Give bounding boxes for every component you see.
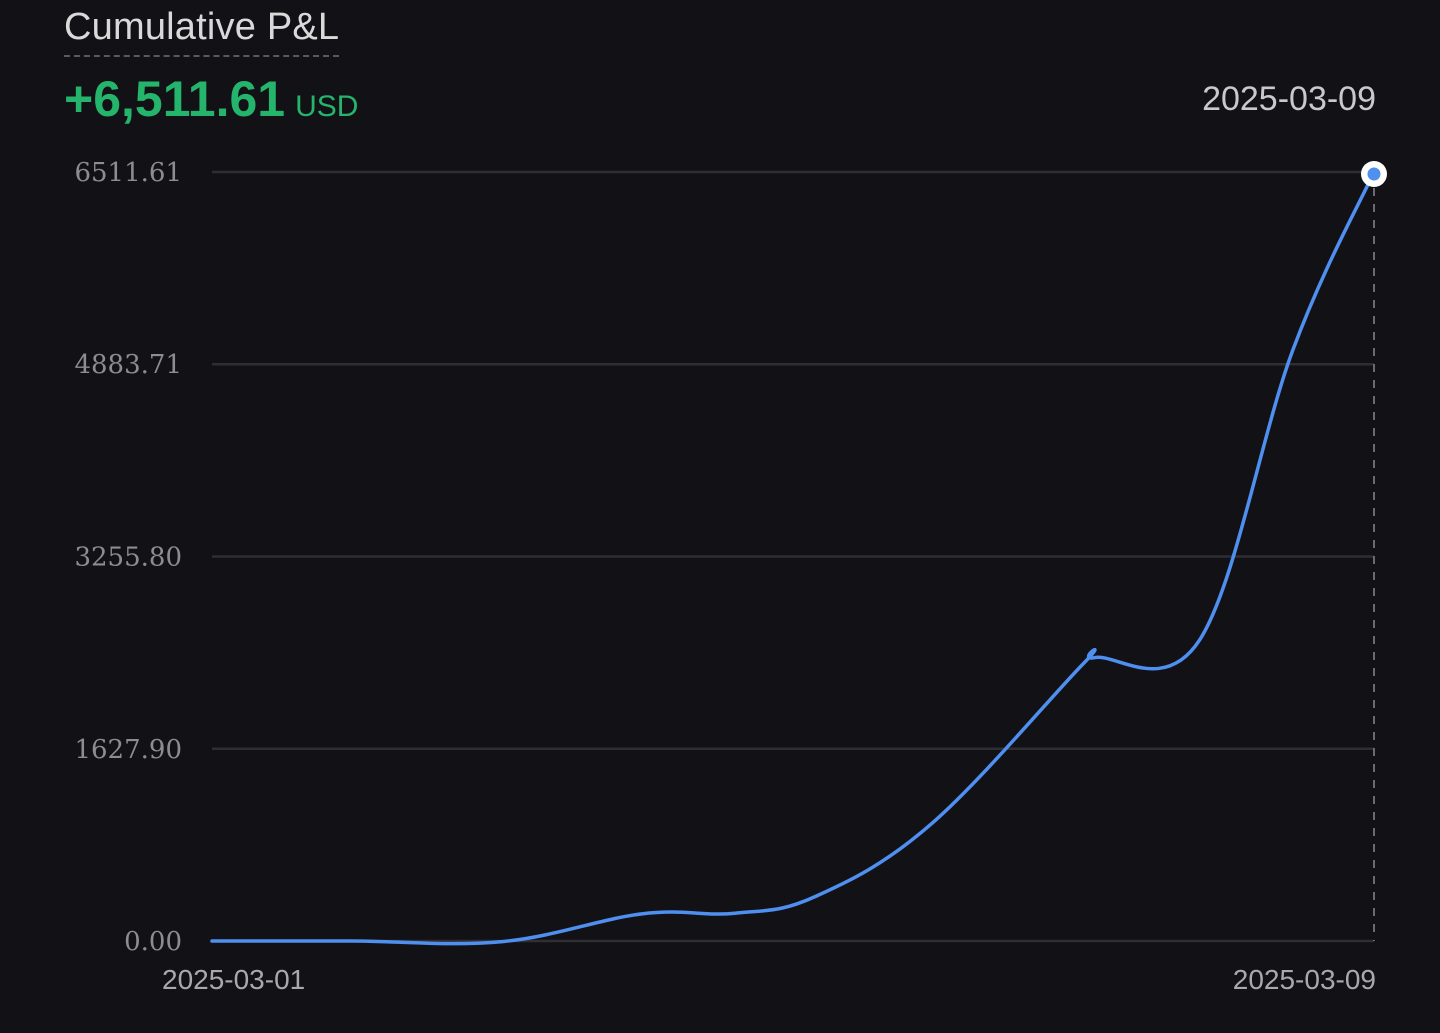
x-tick-label-start: 2025-03-01 [162, 964, 305, 995]
y-axis-ticks: 0.00 1627.90 3255.80 4883.71 6511.61 [74, 158, 182, 957]
highlight-point[interactable] [1361, 161, 1387, 187]
y-tick-label: 3255.80 [74, 543, 182, 573]
y-tick-label: 1627.90 [74, 735, 182, 765]
x-axis-ticks: 2025-03-01 2025-03-09 [162, 964, 1376, 995]
pnl-line-chart[interactable]: 0.00 1627.90 3255.80 4883.71 6511.61 2025-03… [0, 0, 1440, 1033]
pnl-series-line [210, 170, 1376, 946]
y-tick-label: 0.00 [124, 927, 182, 957]
y-tick-label: 6511.61 [74, 158, 182, 188]
y-tick-label: 4883.71 [74, 350, 182, 380]
x-tick-label-end: 2025-03-09 [1233, 964, 1376, 995]
chart-grid [212, 170, 1374, 943]
highlight-point-dot [1367, 167, 1381, 181]
